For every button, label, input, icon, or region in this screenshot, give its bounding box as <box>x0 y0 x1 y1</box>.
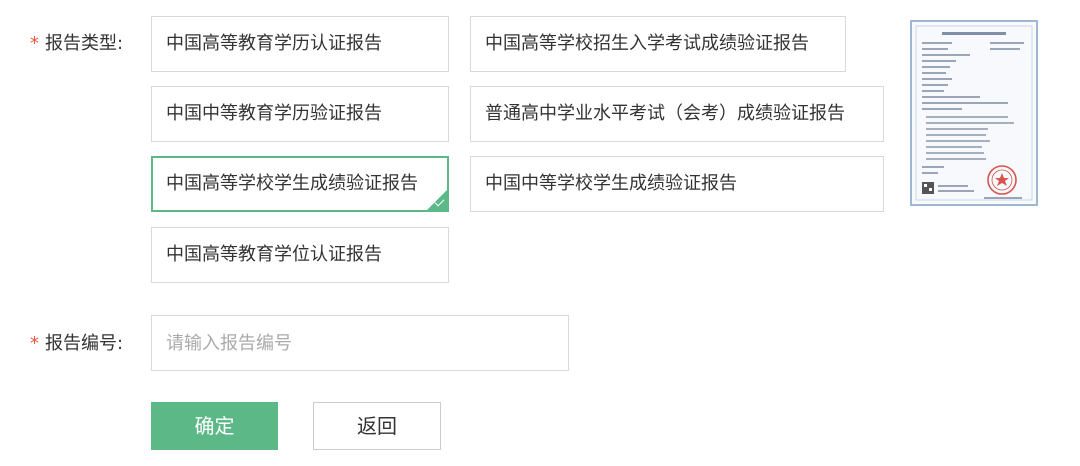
report-number-label: * 报告编号: <box>30 333 124 354</box>
report-type-option[interactable]: 普通高中学业水平考试（会考）成绩验证报告 <box>470 86 884 142</box>
report-type-option-selected[interactable]: 中国高等学校学生成绩验证报告 <box>151 156 449 212</box>
report-type-label: * 报告类型: <box>30 33 124 54</box>
back-button[interactable]: 返回 <box>313 402 441 450</box>
report-number-input[interactable] <box>151 315 569 371</box>
required-mark: * <box>30 333 39 354</box>
sample-report-thumbnail <box>910 20 1038 206</box>
required-mark: * <box>30 33 39 54</box>
report-type-option[interactable]: 中国中等教育学历验证报告 <box>151 86 449 142</box>
report-document-icon <box>912 22 1036 204</box>
report-verification-form: * 报告类型: 中国高等教育学历认证报告 中国高等学校招生入学考试成绩验证报告 中… <box>0 0 1080 466</box>
report-type-option[interactable]: 中国高等学校招生入学考试成绩验证报告 <box>470 16 846 72</box>
confirm-button[interactable]: 确定 <box>151 402 278 450</box>
report-type-option[interactable]: 中国高等教育学历认证报告 <box>151 16 449 72</box>
report-type-option[interactable]: 中国高等教育学位认证报告 <box>151 227 449 283</box>
report-type-option[interactable]: 中国中等学校学生成绩验证报告 <box>470 156 884 212</box>
